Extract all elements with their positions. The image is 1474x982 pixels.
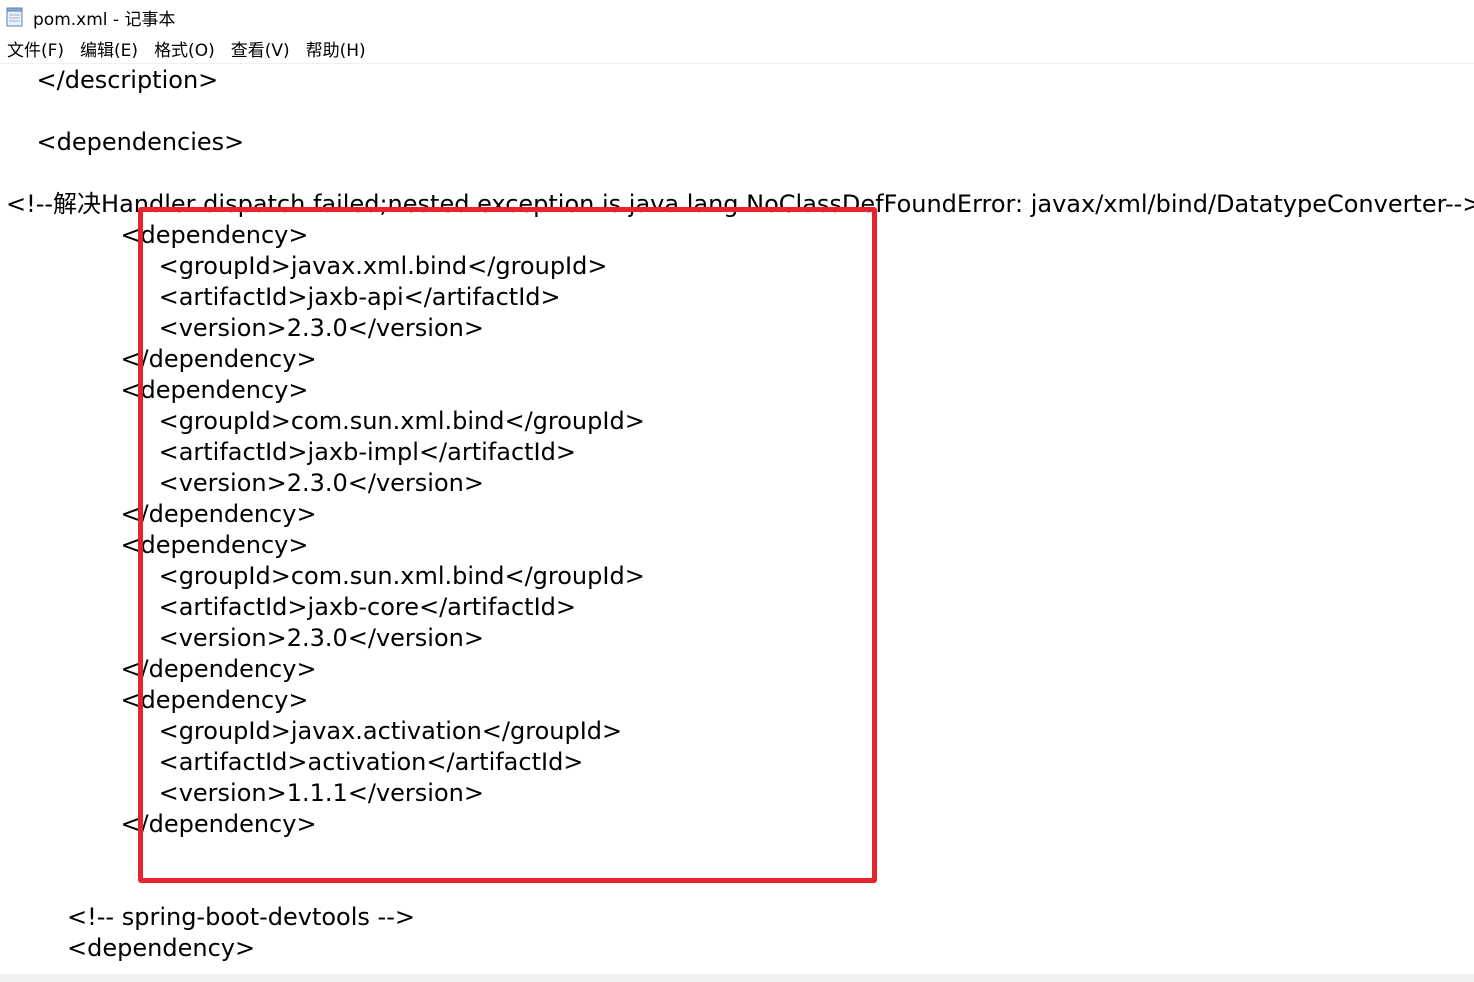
title-bar: pom.xml - 记事本 [0,0,1474,34]
editor-line: <!-- spring-boot-devtools --> [6,903,415,931]
editor-line: <version>2.3.0</version> [6,624,484,652]
editor-line: <dependency> [6,221,309,249]
editor-line: </dependency> [6,345,317,373]
editor-line: <groupId>javax.activation</groupId> [6,717,623,745]
editor-line: <artifactId>jaxb-core</artifactId> [6,593,577,621]
window-title: pom.xml - 记事本 [33,9,176,30]
menu-view[interactable]: 查看(V) [224,36,297,61]
editor-line: <groupId>javax.xml.bind</groupId> [6,252,608,280]
editor-line: <dependency> [6,686,309,714]
editor-line: </dependency> [6,500,317,528]
editor-line: </description> [6,66,219,94]
menu-help[interactable]: 帮助(H) [299,36,373,61]
editor-line: <dependency> [6,934,256,962]
text-editor-area[interactable]: </description> <dependencies> <!--解决Hand… [0,63,1474,974]
editor-line: <version>2.3.0</version> [6,314,484,342]
notepad-icon [5,7,25,27]
horizontal-scrollbar[interactable] [0,974,1474,982]
editor-line: <dependencies> [6,128,245,156]
editor-line: </dependency> [6,655,317,683]
editor-line: </dependency> [6,810,317,838]
editor-line: <dependency> [6,531,309,559]
editor-line: <artifactId>jaxb-impl</artifactId> [6,438,576,466]
menu-file[interactable]: 文件(F) [0,36,71,61]
editor-line: <dependency> [6,376,309,404]
editor-line: <groupId>com.sun.xml.bind</groupId> [6,407,645,435]
editor-line: <version>1.1.1</version> [6,779,484,807]
menu-bar: 文件(F) 编辑(E) 格式(O) 查看(V) 帮助(H) [0,34,1474,64]
menu-edit[interactable]: 编辑(E) [73,36,145,61]
editor-line: <groupId>com.sun.xml.bind</groupId> [6,562,645,590]
menu-format[interactable]: 格式(O) [147,36,222,61]
editor-line: <artifactId>activation</artifactId> [6,748,584,776]
editor-line: <!--解决Handler dispatch failed;nested exc… [6,190,1474,218]
editor-line: <version>2.3.0</version> [6,469,484,497]
editor-line: <artifactId>jaxb-api</artifactId> [6,283,561,311]
